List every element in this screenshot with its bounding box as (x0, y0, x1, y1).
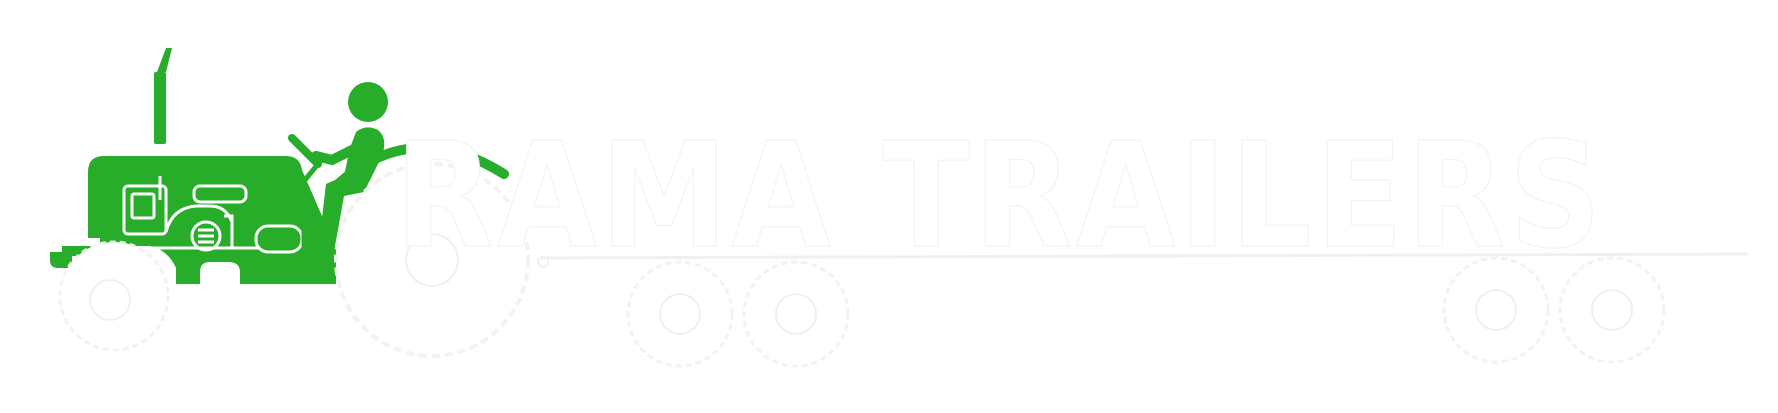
trailer-wheel-icon (1442, 256, 1550, 364)
exhaust-tip-icon (157, 48, 172, 72)
trailer-wheel-icon (1558, 256, 1666, 364)
front-wheel-icon (58, 240, 170, 352)
trailer-wheel-icon (742, 260, 850, 368)
rama-trailers-logo: RAMA TRAILERS (50, 48, 1749, 368)
driver-head-icon (348, 82, 388, 122)
exhaust-pipe-icon (154, 72, 166, 144)
trailer-wheel-icon (626, 260, 734, 368)
